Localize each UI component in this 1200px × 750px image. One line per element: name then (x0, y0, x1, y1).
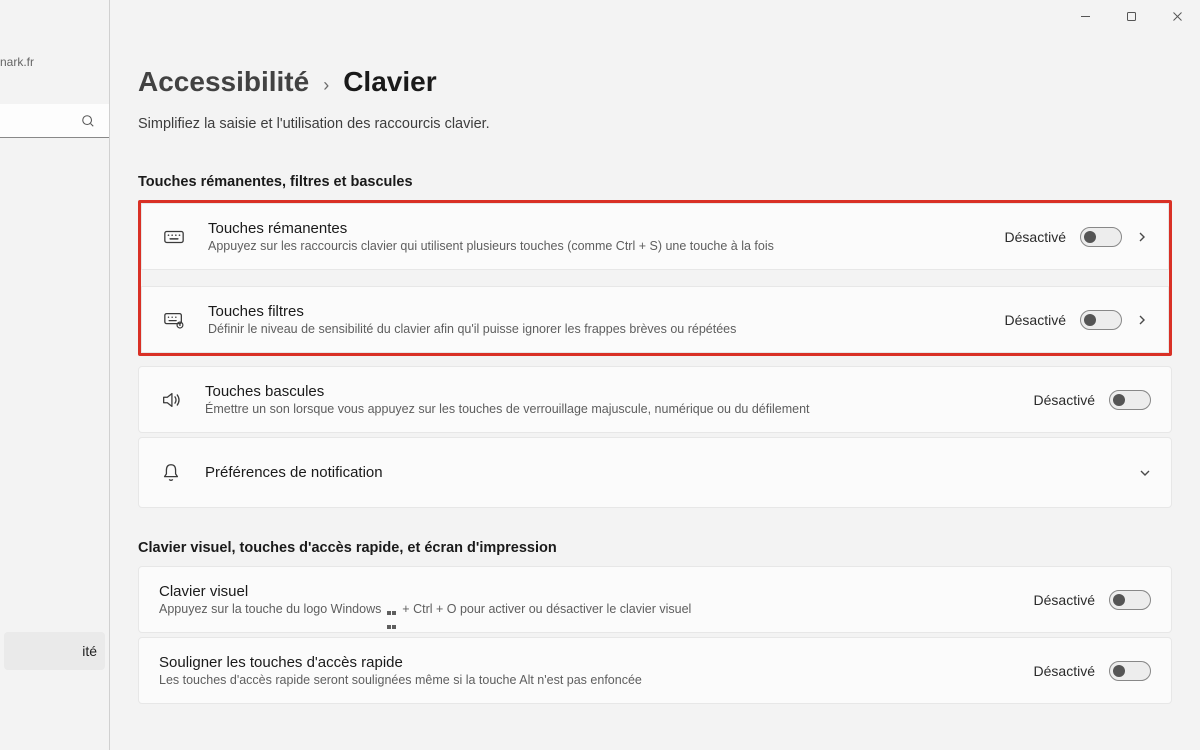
setting-desc: Émettre un son lorsque vous appuyez sur … (205, 402, 1012, 416)
setting-title: Préférences de notification (205, 454, 1117, 491)
search-icon (81, 114, 95, 128)
setting-row-onscreen-keyboard[interactable]: Clavier visuel Appuyez sur la touche du … (138, 566, 1172, 633)
toggle-sticky-keys[interactable] (1080, 227, 1122, 247)
toggle-state-label: Désactivé (1034, 392, 1095, 408)
setting-title: Touches filtres (208, 303, 983, 320)
setting-row-underline-access-keys[interactable]: Souligner les touches d'accès rapide Les… (138, 637, 1172, 704)
section-title-keys: Touches rémanentes, filtres et bascules (138, 174, 1172, 190)
user-info: nark.fr (0, 0, 109, 79)
setting-desc: Appuyez sur la touche du logo Windows + … (159, 602, 1012, 616)
breadcrumb: Accessibilité › Clavier (138, 66, 1172, 98)
toggle-onscreen-keyboard[interactable] (1109, 590, 1151, 610)
toggle-state-label: Désactivé (1005, 312, 1066, 328)
page-title: Clavier (343, 66, 436, 98)
setting-title: Clavier visuel (159, 583, 1012, 600)
page-subtitle: Simplifiez la saisie et l'utilisation de… (138, 116, 1172, 132)
search-input[interactable] (0, 104, 109, 138)
highlighted-group: Touches rémanentes Appuyez sur les racco… (138, 200, 1172, 356)
toggle-toggle-keys[interactable] (1109, 390, 1151, 410)
toggle-state-label: Désactivé (1005, 229, 1066, 245)
sidebar-nav: ité (0, 592, 109, 710)
chevron-right-icon: › (323, 75, 329, 96)
chevron-right-icon (1136, 231, 1148, 243)
user-email: nark.fr (0, 55, 109, 69)
sidebar-item[interactable] (0, 672, 109, 710)
main-content: Accessibilité › Clavier Simplifiez la sa… (110, 0, 1200, 750)
setting-title: Touches bascules (205, 383, 1012, 400)
keyboard-icon (162, 225, 186, 249)
setting-desc: Appuyez sur les raccourcis clavier qui u… (208, 239, 983, 253)
speaker-icon (159, 388, 183, 412)
keyboard-gear-icon (162, 308, 186, 332)
setting-desc: Les touches d'accès rapide seront soulig… (159, 673, 1012, 687)
sidebar: nark.fr ité (0, 0, 110, 750)
setting-row-notification-prefs[interactable]: Préférences de notification (138, 437, 1172, 508)
bell-icon (159, 461, 183, 485)
breadcrumb-parent[interactable]: Accessibilité (138, 66, 309, 98)
toggle-underline-access-keys[interactable] (1109, 661, 1151, 681)
windows-logo-icon (387, 605, 397, 615)
setting-title: Touches rémanentes (208, 220, 983, 237)
setting-title: Souligner les touches d'accès rapide (159, 654, 1012, 671)
section-title-onscreen: Clavier visuel, touches d'accès rapide, … (138, 540, 1172, 556)
chevron-right-icon (1136, 314, 1148, 326)
setting-row-toggle-keys[interactable]: Touches bascules Émettre un son lorsque … (138, 366, 1172, 433)
sidebar-item-label: ité (82, 643, 97, 659)
sidebar-item[interactable] (0, 592, 109, 630)
chevron-down-icon (1139, 467, 1151, 479)
toggle-filter-keys[interactable] (1080, 310, 1122, 330)
setting-desc: Définir le niveau de sensibilité du clav… (208, 322, 983, 336)
sidebar-item-accessibility[interactable]: ité (4, 632, 105, 670)
setting-row-filter-keys[interactable]: Touches filtres Définir le niveau de sen… (141, 286, 1169, 353)
setting-row-sticky-keys[interactable]: Touches rémanentes Appuyez sur les racco… (141, 203, 1169, 270)
toggle-state-label: Désactivé (1034, 592, 1095, 608)
toggle-state-label: Désactivé (1034, 663, 1095, 679)
